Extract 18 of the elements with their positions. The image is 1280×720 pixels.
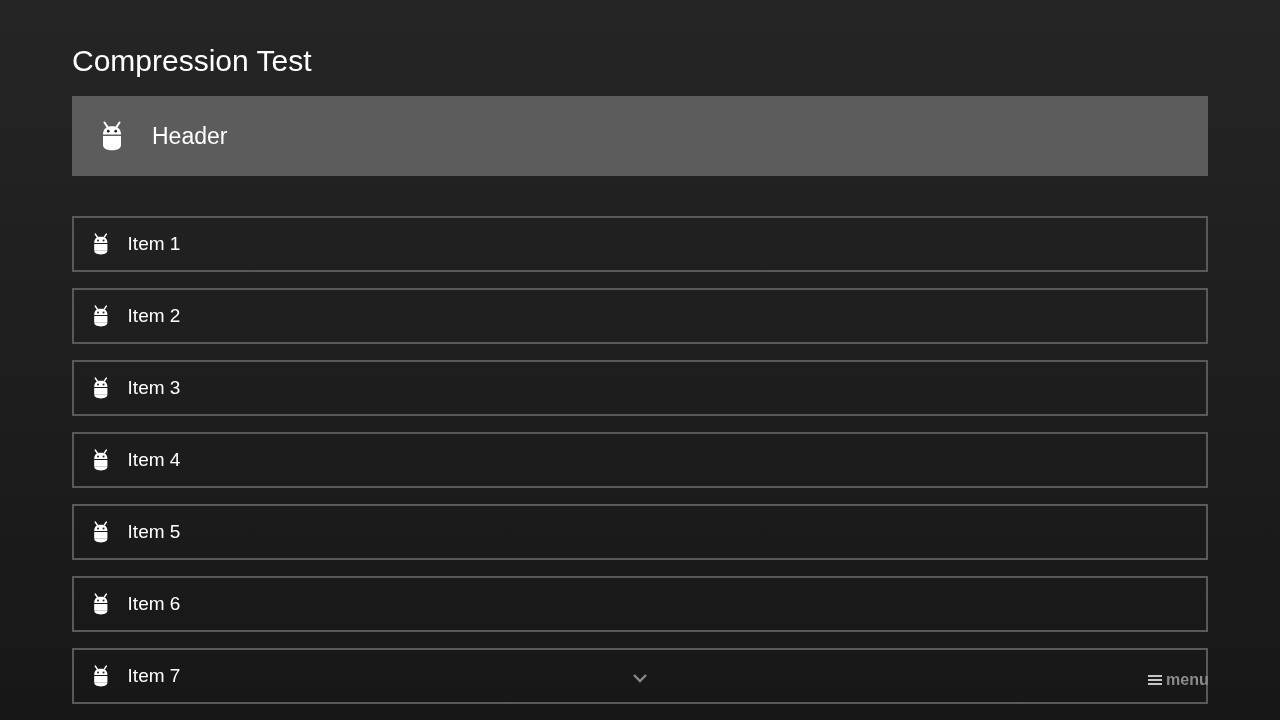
header-label: Header [152,121,228,151]
list-item[interactable]: Item 1 [72,216,1208,272]
robot-icon [100,121,124,151]
list-item[interactable]: Item 2 [72,288,1208,344]
robot-icon [92,593,110,615]
list-item[interactable]: Item 4 [72,432,1208,488]
robot-icon [92,665,110,687]
menu-icon[interactable] [1148,675,1162,685]
robot-icon [92,521,110,543]
chevron-down-icon[interactable] [632,673,648,683]
list-item[interactable]: Item 5 [72,504,1208,560]
robot-icon [92,305,110,327]
list-item[interactable]: Item 6 [72,576,1208,632]
robot-icon [92,449,110,471]
robot-icon [92,377,110,399]
page-title: Compression Test [72,43,313,79]
list-item[interactable]: Item 3 [72,360,1208,416]
robot-icon [92,233,110,255]
